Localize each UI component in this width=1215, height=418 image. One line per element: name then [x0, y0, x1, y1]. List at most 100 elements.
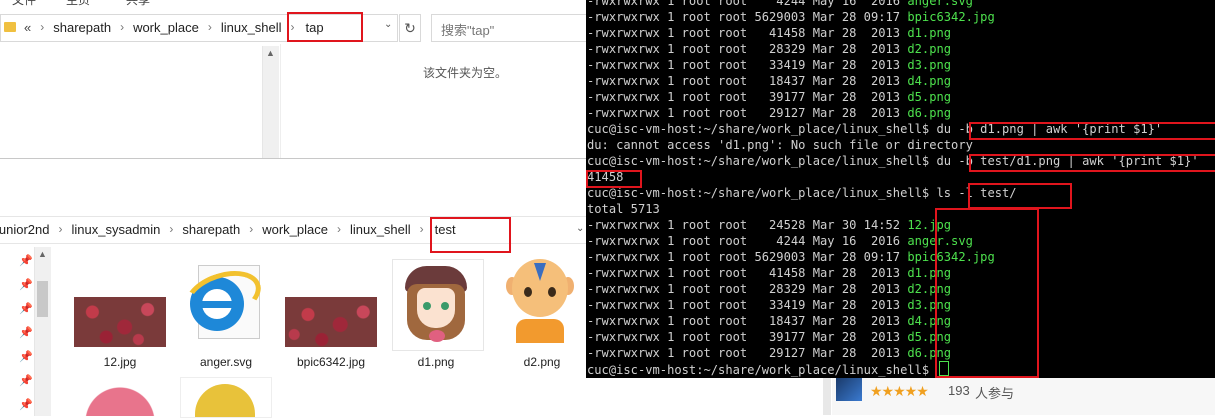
terminal-line: -rwxrwxrwx 1 root root 24528 Mar 30 14:5… — [587, 217, 951, 233]
breadcrumb-linux-sysadmin[interactable]: linux_sysadmin — [72, 222, 161, 237]
file-item-d1-png[interactable]: d1.png — [388, 257, 484, 375]
terminal-line-text: -rwxrwxrwx 1 root root 33419 Mar 28 2013 — [587, 298, 908, 312]
terminal-line-text: -rwxrwxrwx 1 root root 29127 Mar 28 2013 — [587, 346, 908, 360]
menu-file[interactable]: 文件 — [12, 0, 36, 6]
navigation-pane — [0, 44, 281, 160]
terminal-filename: d4.png — [907, 74, 952, 88]
web-page-strip: ★★★★★ 193 人参与 — [586, 378, 1215, 415]
terminal-line-text: -rwxrwxrwx 1 root root 39177 Mar 28 2013 — [587, 330, 908, 344]
pin-icon[interactable]: 📌 — [19, 278, 33, 291]
chevron-right-icon: › — [336, 222, 341, 236]
chevron-right-icon: › — [169, 222, 174, 236]
highlight-box-ls-command — [968, 183, 1072, 209]
file-item-d2-png[interactable]: d2.png — [494, 257, 590, 375]
highlight-box-file-list — [935, 208, 1039, 378]
terminal-line: -rwxrwxrwx 1 root root 41458 Mar 28 2013… — [587, 25, 951, 41]
terminal-filename: d6.png — [907, 106, 952, 120]
bald-boy-thumbnail-icon — [498, 259, 588, 349]
menu-home[interactable]: 主页 — [66, 0, 90, 6]
rating-count: 193 — [948, 383, 970, 398]
breadcrumb-work-place[interactable]: work_place — [133, 20, 199, 35]
pin-icon[interactable]: 📌 — [19, 326, 33, 339]
terminal-line-text: -rwxrwxrwx 1 root root 4244 May 16 2016 — [587, 234, 908, 248]
refresh-button[interactable]: ↻ — [399, 14, 421, 42]
breadcrumb-sharepath[interactable]: sharepath — [53, 20, 111, 35]
file-name: 12.jpg — [103, 355, 137, 369]
search-box[interactable]: 搜索"tap" — [431, 14, 593, 42]
terminal-line-text: -rwxrwxrwx 1 root root 18437 Mar 28 2013 — [587, 74, 908, 88]
breadcrumb-linux-shell[interactable]: linux_shell — [221, 20, 282, 35]
anime-girl-thumbnail-icon — [392, 259, 484, 351]
menu-share[interactable]: 共享 — [126, 0, 150, 6]
terminal-line: cuc@isc-vm-host:~/share/work_place/linux… — [587, 185, 1017, 201]
file-pane-empty: 该文件夹为空。 — [280, 44, 590, 160]
terminal-line-text: -rwxrwxrwx 1 root root 4244 May 16 2016 — [587, 0, 908, 8]
terminal-line: -rwxrwxrwx 1 root root 29127 Mar 28 2013… — [587, 345, 951, 361]
terminal-line: -rwxrwxrwx 1 root root 28329 Mar 28 2013… — [587, 41, 951, 57]
scroll-up-icon[interactable]: ▲ — [266, 48, 275, 58]
highlight-box-test — [430, 217, 511, 253]
terminal-line-text: -rwxrwxrwx 1 root root 33419 Mar 28 2013 — [587, 58, 908, 72]
terminal-window[interactable]: -rwxrwxrwx 1 root root 4244 May 16 2016 … — [586, 0, 1215, 378]
terminal-line-text: -rwxrwxrwx 1 root root 18437 Mar 28 2013 — [587, 314, 908, 328]
blond-hair-thumbnail-icon — [195, 384, 255, 417]
terminal-line-text: -rwxrwxrwx 1 root root 41458 Mar 28 2013 — [587, 266, 908, 280]
terminal-line: -rwxrwxrwx 1 root root 41458 Mar 28 2013… — [587, 265, 951, 281]
breadcrumb-junior2nd[interactable]: junior2nd — [0, 222, 50, 237]
terminal-line-text: cuc@isc-vm-host:~/share/work_place/linux… — [587, 186, 1017, 200]
pin-icon[interactable]: 📌 — [19, 398, 33, 411]
terminal-filename: d2.png — [907, 42, 952, 56]
breadcrumb-work-place[interactable]: work_place — [262, 222, 328, 237]
chevron-right-icon: › — [58, 222, 63, 236]
scroll-thumb[interactable] — [37, 281, 48, 317]
terminal-line: -rwxrwxrwx 1 root root 4244 May 16 2016 … — [587, 0, 973, 9]
highlight-box-tap — [287, 12, 363, 42]
terminal-line-text: -rwxrwxrwx 1 root root 28329 Mar 28 2013 — [587, 282, 908, 296]
pin-icon[interactable]: 📌 — [19, 350, 33, 363]
nav-scrollbar[interactable]: ▲ — [262, 46, 279, 158]
pin-icon[interactable]: 📌 — [19, 374, 33, 387]
file-item-bpic6342-jpg[interactable]: bpic6342.jpg — [283, 295, 379, 375]
search-input[interactable]: 搜索"tap" — [441, 20, 494, 39]
highlight-box-du-failed — [969, 122, 1215, 140]
explorer-window-tap: 文件 主页 共享 « › sharepath › work_place › li… — [0, 0, 593, 161]
file-name: d1.png — [417, 355, 455, 369]
terminal-line-text: -rwxrwxrwx 1 root root 29127 Mar 28 2013 — [587, 106, 908, 120]
terminal-line-text: -rwxrwxrwx 1 root root 41458 Mar 28 2013 — [587, 26, 908, 40]
breadcrumb-sharepath[interactable]: sharepath — [182, 222, 240, 237]
file-name: d2.png — [523, 355, 561, 369]
file-item-12-jpg[interactable]: 12.jpg — [72, 295, 168, 375]
pin-icon[interactable]: 📌 — [19, 254, 33, 267]
pin-icon[interactable]: 📌 — [19, 302, 33, 315]
terminal-line-text: -rwxrwxrwx 1 root root 5629003 Mar 28 09… — [587, 10, 908, 24]
terminal-line: -rwxrwxrwx 1 root root 5629003 Mar 28 09… — [587, 9, 995, 25]
file-item-anger-svg[interactable]: anger.svg — [178, 262, 274, 375]
chevron-right-icon: › — [120, 20, 125, 34]
breadcrumb-linux-shell[interactable]: linux_shell — [350, 222, 411, 237]
highlight-box-du-command — [969, 154, 1215, 172]
pink-hair-thumbnail-icon — [80, 377, 160, 416]
file-item-partial[interactable] — [76, 377, 166, 416]
terminal-prompt-line[interactable]: cuc@isc-vm-host:~/share/work_place/linux… — [587, 361, 949, 377]
terminal-line: -rwxrwxrwx 1 root root 33419 Mar 28 2013… — [587, 297, 951, 313]
terminal-line: -rwxrwxrwx 1 root root 5629003 Mar 28 09… — [587, 249, 995, 265]
empty-folder-message: 该文件夹为空。 — [423, 66, 508, 80]
ribbon-menu: 文件 主页 共享 — [0, 0, 590, 8]
cherries-thumbnail-icon — [74, 297, 166, 347]
chevron-down-icon[interactable]: ⌄ — [576, 223, 584, 234]
scroll-up-icon[interactable]: ▲ — [38, 249, 47, 259]
refresh-icon: ↻ — [404, 20, 416, 36]
terminal-line: du: cannot access 'd1.png': No such file… — [587, 137, 973, 153]
file-name: anger.svg — [199, 355, 253, 369]
terminal-prompt: cuc@isc-vm-host:~/share/work_place/linux… — [587, 363, 937, 377]
ribbon-area — [0, 159, 590, 213]
terminal-line-text: -rwxrwxrwx 1 root root 39177 Mar 28 2013 — [587, 90, 908, 104]
nav-scrollbar[interactable]: ▲ — [34, 247, 51, 416]
breadcrumb-overflow[interactable]: « — [24, 20, 31, 35]
file-item-partial[interactable] — [180, 377, 272, 418]
terminal-filename: d1.png — [907, 26, 952, 40]
terminal-line: -rwxrwxrwx 1 root root 39177 Mar 28 2013… — [587, 329, 951, 345]
chevron-right-icon: › — [207, 20, 212, 34]
chevron-down-icon[interactable]: ⌄ — [384, 19, 392, 30]
terminal-filename: d5.png — [907, 90, 952, 104]
